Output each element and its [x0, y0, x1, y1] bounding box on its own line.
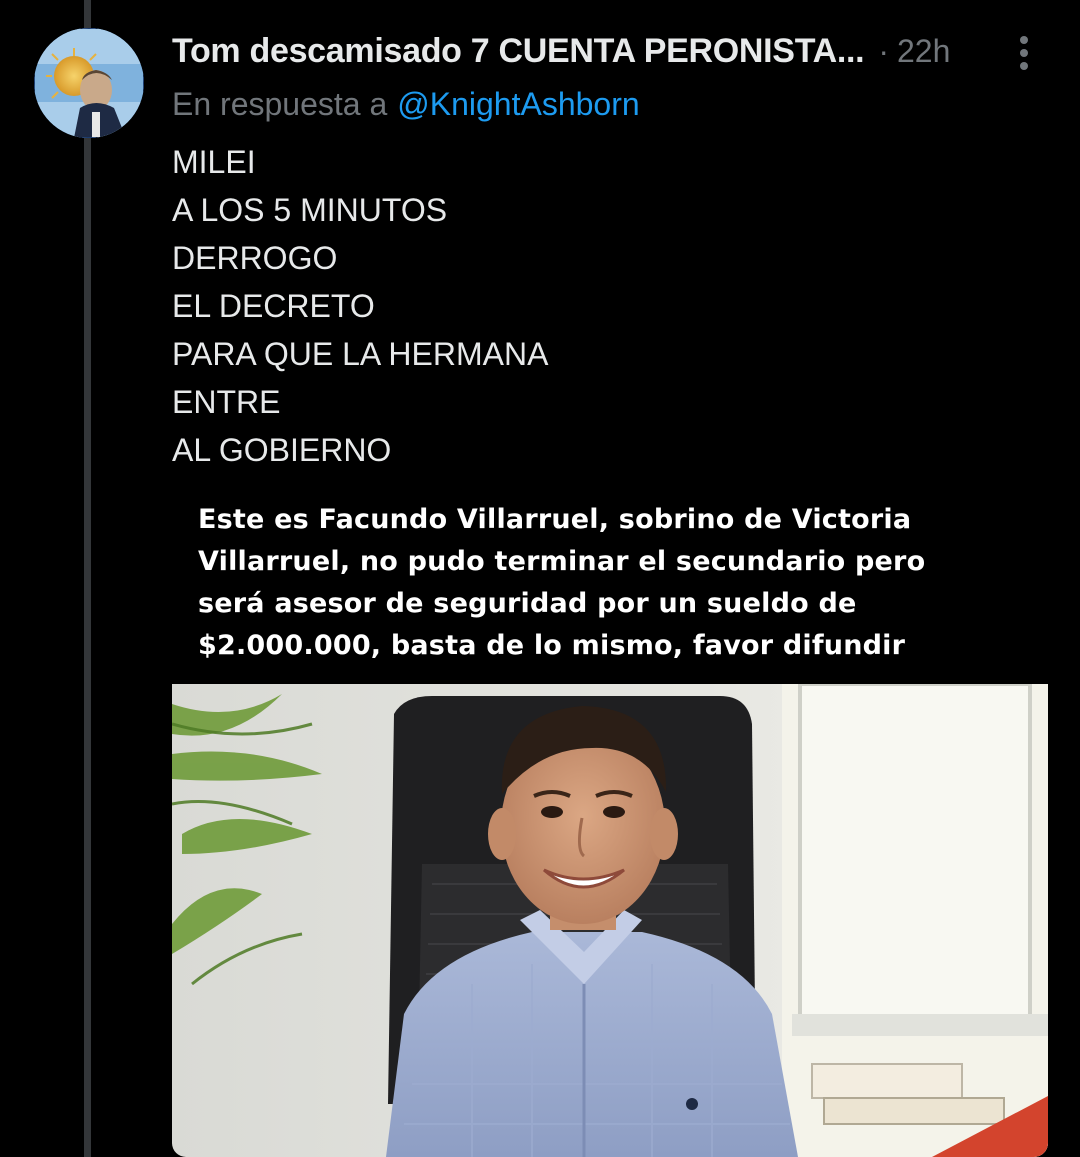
tweet-text-line: DERROGO [172, 240, 338, 276]
tweet-text-line: EL DECRETO [172, 288, 375, 324]
tweet-text-line: PARA QUE LA HERMANA [172, 336, 549, 372]
media-photo [172, 684, 1048, 1157]
caption-line: Villarruel, no pudo terminar el secundar… [198, 546, 926, 577]
tweet-text-line: MILEI [172, 144, 256, 180]
tweet-header: Tom descamisado 7 CUENTA PERONISTA... · … [172, 28, 1032, 74]
tweet[interactable]: Tom descamisado 7 CUENTA PERONISTA... · … [0, 0, 1080, 1157]
caption-line: $2.000.000, basta de lo mismo, favor dif… [198, 630, 906, 661]
tweet-media-image[interactable]: Este es Facundo Villarruel, sobrino de V… [172, 490, 1048, 1157]
tweet-text-line: ENTRE [172, 384, 281, 420]
reply-prefix: En respuesta a [172, 85, 388, 122]
separator-dot: · [878, 32, 889, 69]
author-display-name[interactable]: Tom descamisado 7 CUENTA PERONISTA... [172, 32, 865, 71]
tweet-text: MILEI A LOS 5 MINUTOS DERROGO EL DECRETO… [172, 138, 1032, 474]
tweet-text-line: AL GOBIERNO [172, 432, 392, 468]
tweet-timestamp[interactable]: 22h [897, 33, 950, 70]
reply-context: En respuesta a @KnightAshborn [172, 82, 640, 126]
more-vertical-icon[interactable] [1008, 32, 1040, 74]
caption-line: será asesor de seguridad por un sueldo d… [198, 588, 857, 619]
media-caption: Este es Facundo Villarruel, sobrino de V… [172, 490, 1048, 684]
avatar[interactable] [34, 28, 144, 138]
tweet-text-line: A LOS 5 MINUTOS [172, 192, 448, 228]
caption-line: Este es Facundo Villarruel, sobrino de V… [198, 504, 912, 535]
reply-mention-link[interactable]: @KnightAshborn [397, 86, 639, 123]
thread-line [84, 0, 91, 1157]
